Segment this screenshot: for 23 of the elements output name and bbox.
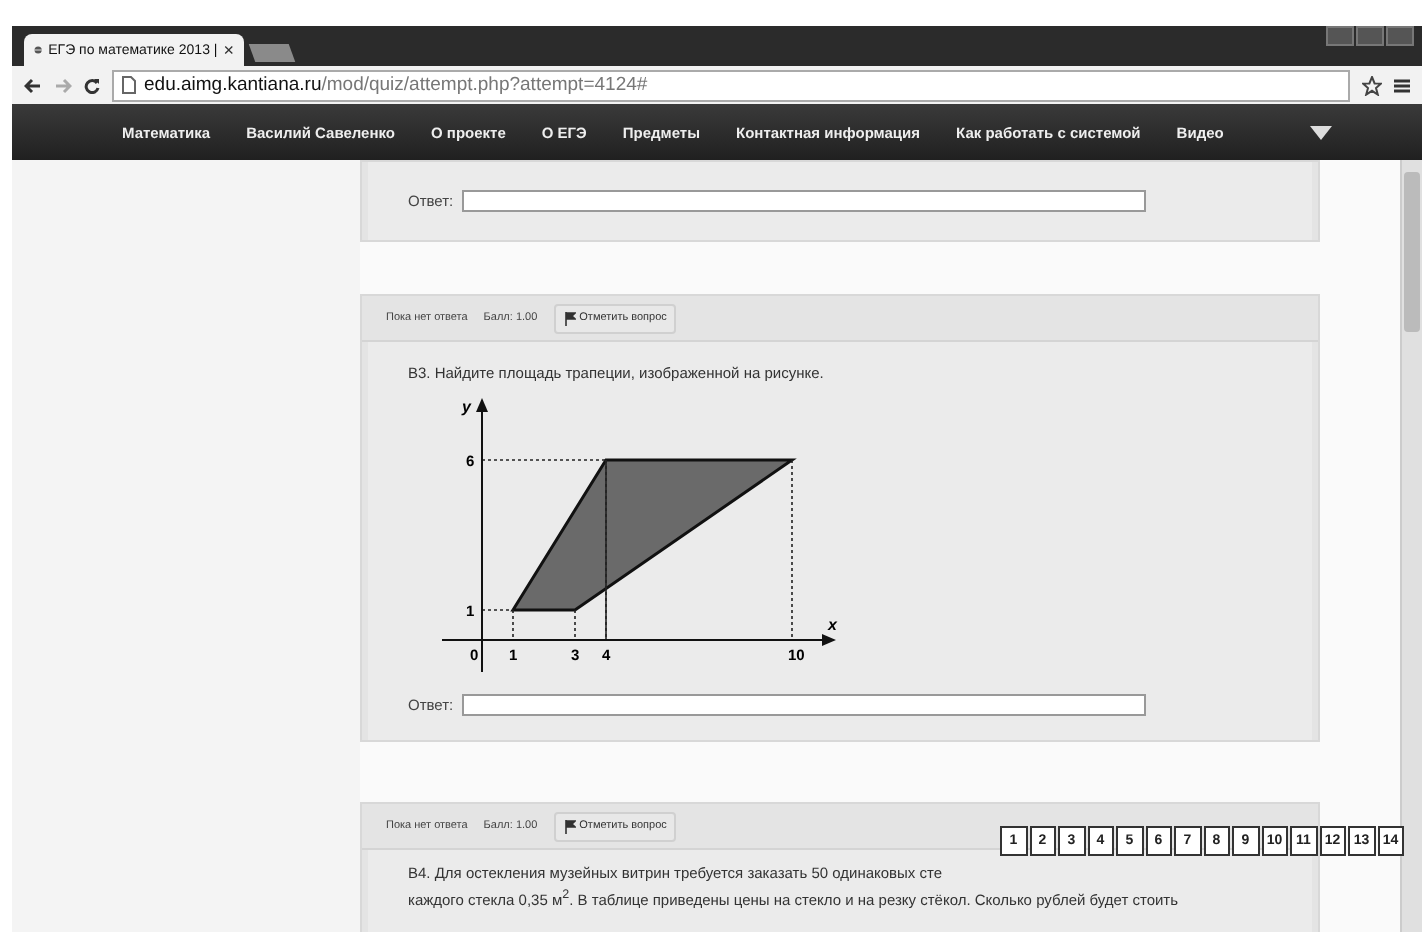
reload-icon[interactable] [84, 77, 100, 93]
scrollbar[interactable] [1400, 160, 1422, 932]
flag-icon [563, 819, 576, 833]
dropdown-caret-icon[interactable] [1310, 125, 1332, 139]
star-icon[interactable] [1362, 75, 1382, 95]
close-button[interactable] [1386, 26, 1414, 46]
axis-label: y [462, 398, 471, 416]
address-field[interactable]: edu.aimg.kantiana.ru/mod/quiz/attempt.php?attempt=4124# [112, 69, 1350, 101]
menu-icon[interactable] [1394, 77, 1410, 93]
flag-icon [563, 311, 576, 325]
back-icon[interactable] [24, 77, 42, 93]
forward-icon[interactable] [54, 77, 72, 93]
answer-field[interactable] [461, 190, 1146, 212]
page-icon [122, 76, 136, 94]
axis-label: x [828, 616, 837, 634]
globe-icon [34, 42, 43, 58]
url-host: edu.aimg.kantiana.ru [144, 74, 322, 96]
maximize-button[interactable] [1356, 26, 1384, 46]
minimize-button[interactable] [1326, 26, 1354, 46]
url-path: /mod/quiz/attempt.php?attempt=4124# [321, 74, 648, 96]
new-tab-button[interactable] [248, 44, 296, 62]
tab-close[interactable]: × [223, 40, 234, 60]
answer-field[interactable] [461, 694, 1146, 716]
